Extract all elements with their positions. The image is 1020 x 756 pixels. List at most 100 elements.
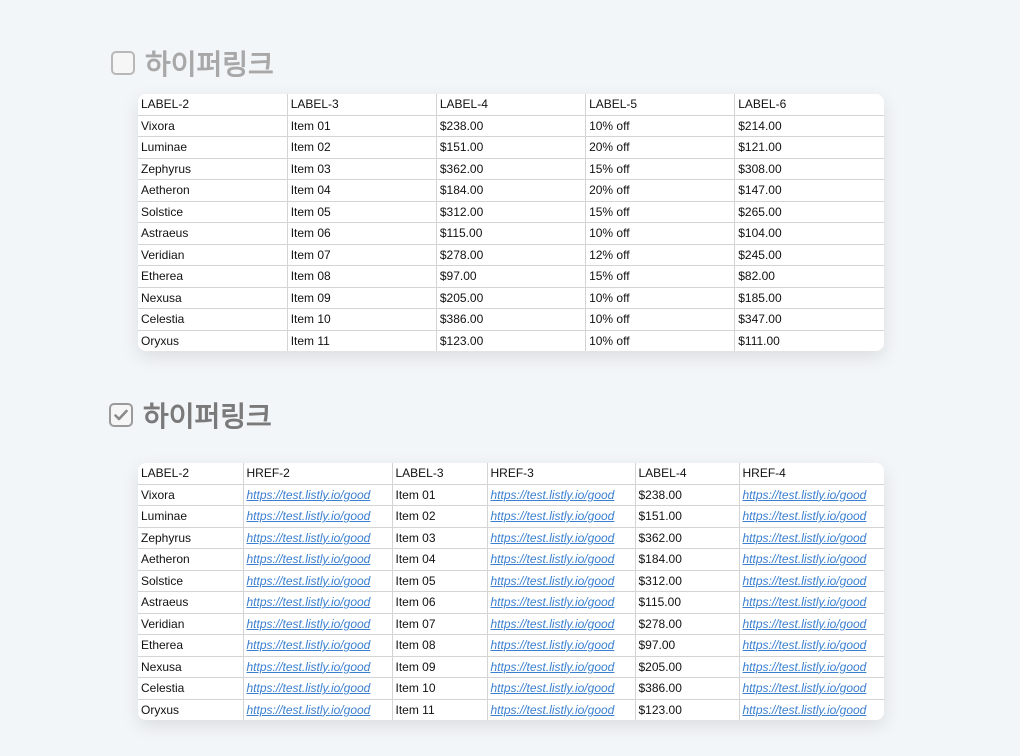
- hyperlink[interactable]: https://test.listly.io/good: [743, 617, 867, 631]
- hyperlink[interactable]: https://test.listly.io/good: [247, 681, 371, 695]
- table-cell: https://test.listly.io/good: [487, 548, 636, 571]
- hyperlink[interactable]: https://test.listly.io/good: [491, 703, 615, 717]
- hyperlink[interactable]: https://test.listly.io/good: [491, 488, 615, 502]
- hyperlink[interactable]: https://test.listly.io/good: [247, 660, 371, 674]
- checkmark-icon: [114, 409, 128, 421]
- hyperlink[interactable]: https://test.listly.io/good: [247, 509, 371, 523]
- table-row: Astraeus Item 06 $115.00 10% off $104.00: [138, 222, 884, 245]
- table-cell: Luminae: [138, 136, 288, 159]
- hyperlink[interactable]: https://test.listly.io/good: [247, 595, 371, 609]
- table-cell: Item 03: [392, 527, 488, 549]
- table-cell: $205.00: [635, 656, 740, 678]
- hyperlink[interactable]: https://test.listly.io/good: [491, 531, 615, 545]
- table-row: Etherea https://test.listly.io/good Item 0…: [138, 634, 884, 657]
- hyperlink[interactable]: https://test.listly.io/good: [247, 574, 371, 588]
- hyperlink[interactable]: https://test.listly.io/good: [247, 552, 371, 566]
- table-cell: Vixora: [138, 484, 244, 506]
- table-cell: $185.00: [734, 287, 884, 309]
- table-cell: Vixora: [138, 115, 288, 137]
- table-cell: Item 08: [392, 634, 488, 657]
- table-row: Veridian Item 07 $278.00 12% off $245.00: [138, 244, 884, 266]
- table-cell: 15% off: [585, 158, 736, 180]
- column-header: LABEL-4: [635, 463, 740, 485]
- table-cell: 12% off: [585, 244, 736, 266]
- hyperlink[interactable]: https://test.listly.io/good: [247, 638, 371, 652]
- table-cell: https://test.listly.io/good: [739, 570, 884, 592]
- hyperlink[interactable]: https://test.listly.io/good: [491, 509, 615, 523]
- table-row: Solstice Item 05 $312.00 15% off $265.00: [138, 201, 884, 223]
- table-cell: https://test.listly.io/good: [243, 505, 393, 528]
- table-cell: Oryxus: [138, 330, 288, 351]
- table-cell: https://test.listly.io/good: [487, 505, 636, 528]
- table-cell: 15% off: [585, 201, 736, 223]
- table-cell: 20% off: [585, 179, 736, 202]
- column-header: LABEL-3: [392, 463, 488, 485]
- hyperlink[interactable]: https://test.listly.io/good: [247, 703, 371, 717]
- table-cell: $238.00: [436, 115, 587, 137]
- hyperlink[interactable]: https://test.listly.io/good: [491, 595, 615, 609]
- table-cell: https://test.listly.io/good: [243, 656, 393, 678]
- table-cell: Item 07: [392, 613, 488, 635]
- table-cell: https://test.listly.io/good: [739, 613, 884, 635]
- table-cell: Aetheron: [138, 548, 244, 571]
- hyperlink[interactable]: https://test.listly.io/good: [491, 638, 615, 652]
- table-cell: $308.00: [734, 158, 884, 180]
- hyperlink[interactable]: https://test.listly.io/good: [247, 488, 371, 502]
- table-cell: https://test.listly.io/good: [243, 570, 393, 592]
- table-cell: Celestia: [138, 677, 244, 700]
- hyperlink[interactable]: https://test.listly.io/good: [247, 531, 371, 545]
- hyperlink[interactable]: https://test.listly.io/good: [743, 552, 867, 566]
- table-cell: $278.00: [436, 244, 587, 266]
- column-header: HREF-3: [487, 463, 636, 485]
- table-cell: Item 09: [392, 656, 488, 678]
- table-row: Astraeus https://test.listly.io/good Item …: [138, 591, 884, 614]
- table-cell: 10% off: [585, 287, 736, 309]
- table-cell: Veridian: [138, 244, 288, 266]
- preview-table-plain: LABEL-2 LABEL-3 LABEL-4 LABEL-5 LABEL-6 Vixor…: [138, 94, 884, 351]
- hyperlink[interactable]: https://test.listly.io/good: [743, 595, 867, 609]
- table-cell: https://test.listly.io/good: [739, 656, 884, 678]
- table-cell: 20% off: [585, 136, 736, 159]
- column-header: LABEL-2: [138, 463, 244, 485]
- table-cell: https://test.listly.io/good: [739, 699, 884, 720]
- hyperlink[interactable]: https://test.listly.io/good: [743, 509, 867, 523]
- hyperlink-toggle-unchecked[interactable]: 하이퍼링크: [111, 43, 274, 83]
- hyperlink[interactable]: https://test.listly.io/good: [247, 617, 371, 631]
- table-cell: https://test.listly.io/good: [243, 613, 393, 635]
- table-cell: https://test.listly.io/good: [739, 505, 884, 528]
- table-cell: Item 11: [287, 330, 437, 351]
- table-cell: $82.00: [734, 265, 884, 288]
- preview-table-with-links: LABEL-2 HREF-2 LABEL-3 HREF-3 LABEL-4 HREF-4 V…: [138, 463, 884, 720]
- hyperlink[interactable]: https://test.listly.io/good: [743, 574, 867, 588]
- hyperlink[interactable]: https://test.listly.io/good: [491, 681, 615, 695]
- table-row: Oryxus https://test.listly.io/good Item 11…: [138, 699, 884, 720]
- table-cell: Item 04: [287, 179, 437, 202]
- hyperlink-toggle-checked[interactable]: 하이퍼링크: [109, 395, 272, 435]
- hyperlink[interactable]: https://test.listly.io/good: [743, 531, 867, 545]
- table-row: Etherea Item 08 $97.00 15% off $82.00: [138, 265, 884, 288]
- table-cell: $278.00: [635, 613, 740, 635]
- table-cell: Etherea: [138, 265, 288, 288]
- checkbox-checked[interactable]: [109, 403, 133, 427]
- table-cell: https://test.listly.io/good: [739, 527, 884, 549]
- hyperlink[interactable]: https://test.listly.io/good: [491, 617, 615, 631]
- section-title: 하이퍼링크: [145, 48, 274, 81]
- hyperlink[interactable]: https://test.listly.io/good: [743, 488, 867, 502]
- column-header: LABEL-3: [287, 94, 437, 116]
- hyperlink[interactable]: https://test.listly.io/good: [743, 660, 867, 674]
- table-cell: https://test.listly.io/good: [739, 484, 884, 506]
- table-cell: https://test.listly.io/good: [487, 591, 636, 614]
- hyperlink[interactable]: https://test.listly.io/good: [743, 703, 867, 717]
- hyperlink[interactable]: https://test.listly.io/good: [491, 552, 615, 566]
- hyperlink[interactable]: https://test.listly.io/good: [491, 574, 615, 588]
- hyperlink[interactable]: https://test.listly.io/good: [743, 681, 867, 695]
- hyperlink[interactable]: https://test.listly.io/good: [491, 660, 615, 674]
- table-cell: $111.00: [738, 333, 780, 348]
- table-cell: Nexusa: [138, 656, 244, 678]
- table-cell: $205.00: [436, 287, 587, 309]
- table-cell: https://test.listly.io/good: [739, 548, 884, 571]
- table-row: Aetheron Item 04 $184.00 20% off $147.00: [138, 179, 884, 202]
- hyperlink[interactable]: https://test.listly.io/good: [743, 638, 867, 652]
- checkbox-unchecked[interactable]: [111, 51, 135, 75]
- table-cell: $115.00: [436, 222, 587, 245]
